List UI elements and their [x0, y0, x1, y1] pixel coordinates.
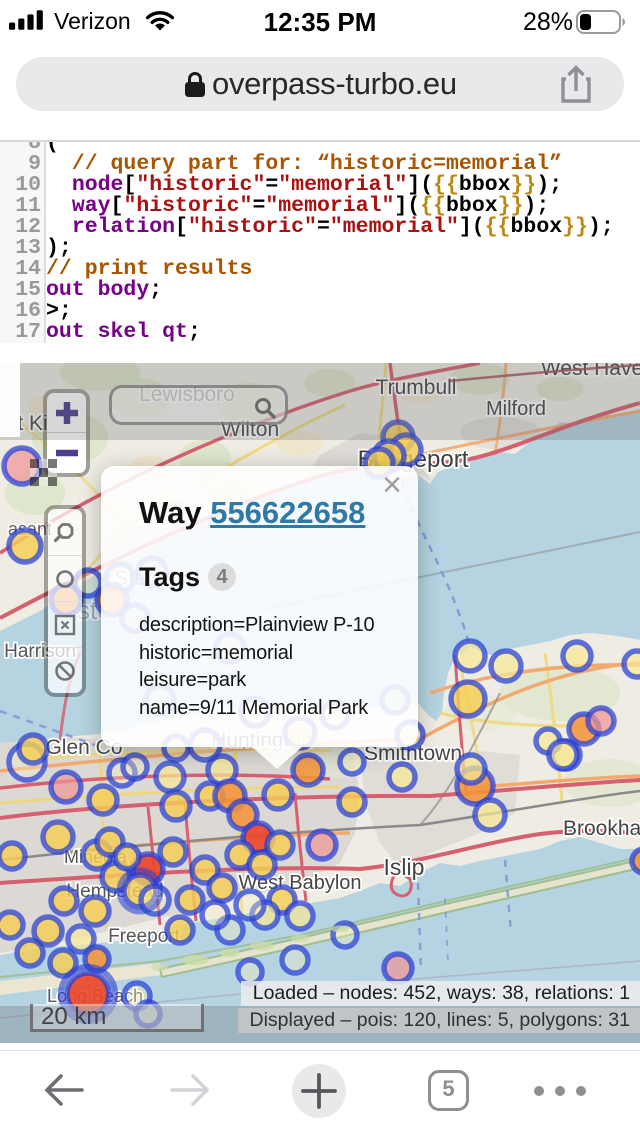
svg-text:Islip: Islip — [384, 854, 425, 880]
svg-text:Trumbull: Trumbull — [376, 376, 457, 399]
svg-text:Brookhav: Brookhav — [563, 817, 640, 840]
svg-text:Milford: Milford — [486, 398, 546, 420]
